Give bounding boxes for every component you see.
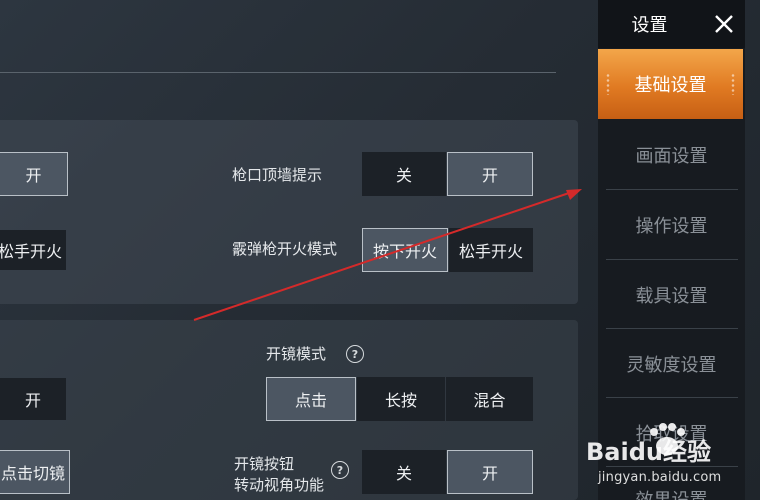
top-divider	[0, 72, 556, 73]
sidebar-item-label: 载具设置	[635, 285, 708, 307]
scope-mode-label: 开镜模式	[266, 345, 327, 363]
sidebar-item-vehicle-settings[interactable]: 载具设置	[603, 260, 740, 329]
watermark-url: jingyan.baidu.com	[598, 470, 722, 485]
muzzle-wall-hint-off-button[interactable]: 关	[362, 152, 446, 196]
grip-dots-icon	[731, 73, 735, 95]
settings-title: 设置	[631, 15, 668, 36]
left-click-switch-scope-button[interactable]: 点击切镜	[0, 450, 70, 494]
scope-mode-hold-button[interactable]: 长按	[357, 377, 445, 421]
shotgun-release-fire-button[interactable]: 松手开火	[449, 228, 533, 272]
sidebar-item-label: 基础设置	[634, 75, 707, 96]
scope-mode-mixed-button[interactable]: 混合	[446, 377, 533, 421]
scope-button-view-off-button[interactable]: 关	[362, 450, 446, 494]
left-release-fire-button[interactable]: 松手开火	[0, 230, 66, 270]
muzzle-wall-hint-label: 枪口顶墙提示	[232, 166, 323, 184]
scope-button-view-label-line1: 开镜按钮	[234, 455, 295, 473]
scope-button-view-on-button[interactable]: 开	[447, 450, 533, 494]
left-toggle-on-button-2[interactable]: 开	[0, 378, 66, 420]
sidebar-item-label: 操作设置	[635, 215, 708, 237]
scope-mode-help-icon[interactable]: ?	[346, 345, 364, 363]
scope-button-view-label-line2: 转动视角功能	[234, 476, 325, 494]
sidebar-item-control-settings[interactable]: 操作设置	[603, 190, 740, 259]
left-toggle-on-button[interactable]: 开	[0, 152, 68, 196]
baidu-watermark-logo: Baidu经验	[586, 423, 711, 466]
settings-panel-fire	[0, 120, 578, 304]
sidebar-item-graphics-settings[interactable]: 画面设置	[603, 120, 740, 189]
scope-mode-click-button[interactable]: 点击	[266, 377, 356, 421]
muzzle-wall-hint-on-button[interactable]: 开	[447, 152, 533, 196]
scope-button-view-help-icon[interactable]: ?	[331, 461, 349, 479]
close-button[interactable]	[702, 0, 745, 48]
sidebar-item-basic-settings[interactable]: 基础设置	[598, 49, 743, 119]
grip-dots-icon	[606, 73, 610, 95]
shotgun-press-fire-button[interactable]: 按下开火	[362, 228, 448, 272]
sidebar-item-label: 灵敏度设置	[626, 354, 717, 376]
watermark-brand: Baidu经验	[586, 438, 711, 466]
close-icon	[714, 15, 733, 33]
shotgun-fire-mode-label: 霰弹枪开火模式	[232, 240, 338, 258]
sidebar-item-sensitivity-settings[interactable]: 灵敏度设置	[603, 329, 740, 398]
sidebar-item-label: 画面设置	[635, 145, 708, 167]
